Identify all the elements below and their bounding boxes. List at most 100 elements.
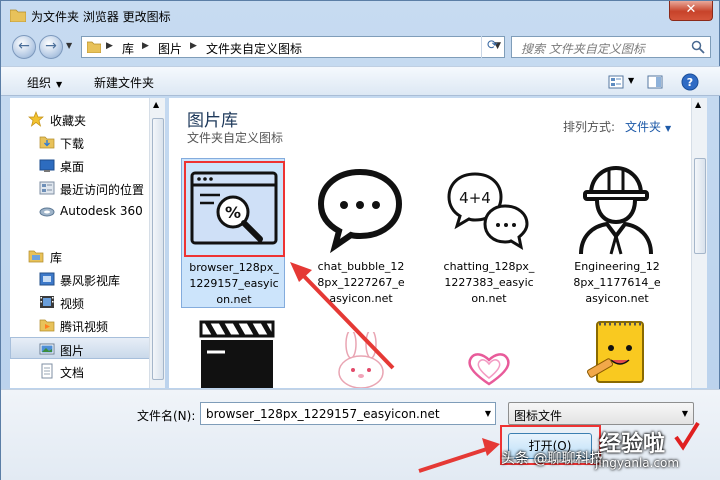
file-tile-chat-bubble[interactable]: chat_bubble_12 8px_1227267_e asyicon.net bbox=[309, 158, 413, 308]
scroll-up-icon[interactable]: ▲ bbox=[153, 100, 159, 109]
search-box[interactable]: 搜索 文件夹自定义图标 bbox=[511, 36, 711, 58]
cloud-icon bbox=[39, 207, 55, 217]
filename-input[interactable]: browser_128px_1229157_easyicon.net ▼ bbox=[200, 402, 496, 425]
sidebar-item-documents[interactable]: 文档 bbox=[10, 360, 150, 382]
arrange-by-dropdown[interactable]: 文件夹 ▼ bbox=[625, 118, 671, 135]
view-dropdown-icon[interactable]: ▼ bbox=[628, 76, 634, 85]
file-tile-engineering[interactable]: Engineering_12 8px_1177614_e asyicon.net bbox=[565, 158, 669, 308]
history-dropdown-icon[interactable]: ▼ bbox=[66, 41, 76, 53]
file-name-label: Engineering_12 8px_1177614_e asyicon.net bbox=[565, 259, 669, 307]
file-tile-notepad[interactable] bbox=[565, 312, 669, 388]
chevron-down-icon: ▼ bbox=[681, 409, 688, 418]
search-icon bbox=[691, 40, 705, 54]
scrollbar-thumb[interactable] bbox=[152, 118, 164, 380]
file-tile-clapperboard[interactable] bbox=[181, 312, 285, 388]
new-folder-button[interactable]: 新建文件夹 bbox=[94, 74, 154, 91]
sidebar-item-libraries[interactable]: 库 bbox=[10, 245, 150, 267]
star-icon bbox=[28, 111, 44, 127]
sidebar-item-recent-places[interactable]: 最近访问的位置 bbox=[10, 177, 150, 199]
close-button[interactable]: ✕ bbox=[669, 1, 713, 21]
breadcrumb-current-folder[interactable]: 文件夹自定义图标 bbox=[206, 40, 302, 57]
sidebar-item-label: 下载 bbox=[60, 137, 85, 151]
documents-icon bbox=[41, 363, 53, 379]
navigation-bar: ← → ▼ ▶ 库 ▶ 图片 ▶ 文件夹自定义图标 ▼ ⟳ 搜索 文件夹自定义图… bbox=[1, 31, 720, 63]
folder-icon bbox=[10, 9, 26, 22]
watermark-site-name: 经验啦 bbox=[599, 432, 666, 457]
refresh-button[interactable]: ⟳ bbox=[481, 36, 503, 58]
back-arrow-icon: ← bbox=[18, 38, 30, 54]
chevron-down-icon[interactable]: ▼ bbox=[485, 409, 491, 418]
view-options-icon[interactable] bbox=[607, 73, 625, 91]
filetype-select[interactable]: 图标文件 ▼ bbox=[508, 402, 694, 425]
forward-button[interactable]: → bbox=[39, 35, 63, 59]
label-line: 8px_1177614_e bbox=[573, 276, 661, 289]
libraries-icon bbox=[28, 250, 44, 263]
label-line: on.net bbox=[216, 293, 252, 306]
breadcrumb-pictures[interactable]: 图片 bbox=[158, 40, 182, 57]
label-line: 1227383_easyic bbox=[444, 276, 534, 289]
search-input[interactable]: 搜索 文件夹自定义图标 bbox=[521, 40, 645, 57]
bunny-icon bbox=[338, 332, 384, 388]
refresh-icon: ⟳ bbox=[487, 38, 498, 53]
sidebar-item-label: 图片 bbox=[60, 344, 85, 358]
file-tile-chatting[interactable]: 4+4 chatting_128px_ 1227383_easyic on.ne… bbox=[437, 158, 541, 308]
breadcrumb-separator-icon[interactable]: ▶ bbox=[142, 41, 149, 51]
file-tile-heart[interactable] bbox=[437, 312, 541, 388]
label-line: chatting_128px_ bbox=[443, 260, 535, 273]
window-title: 为文件夹 浏览器 更改图标 bbox=[31, 10, 171, 24]
file-tile-bunny[interactable] bbox=[309, 312, 413, 388]
sidebar-item-desktop[interactable]: 桌面 bbox=[10, 154, 150, 176]
navigation-scrollbar[interactable]: ▲ bbox=[149, 98, 165, 388]
downloads-folder-icon bbox=[39, 136, 55, 149]
chatting-icon: 4+4 bbox=[447, 172, 529, 251]
sidebar-item-favorites[interactable]: 收藏夹 bbox=[10, 108, 150, 130]
sidebar-item-baofeng-library[interactable]: 暴风影视库 bbox=[10, 268, 150, 290]
breadcrumb-separator-icon[interactable]: ▶ bbox=[106, 41, 113, 51]
content-scrollbar[interactable]: ▲ bbox=[691, 98, 707, 388]
file-name-label: chat_bubble_12 8px_1227267_e asyicon.net bbox=[309, 259, 413, 307]
sidebar-item-videos[interactable]: 视频 bbox=[10, 291, 150, 313]
address-bar[interactable]: ▶ 库 ▶ 图片 ▶ 文件夹自定义图标 ▼ bbox=[81, 36, 505, 58]
preview-pane-icon[interactable] bbox=[646, 73, 664, 91]
forward-arrow-icon: → bbox=[45, 38, 57, 54]
library-title: 图片库 bbox=[187, 111, 238, 131]
organize-label: 组织 bbox=[27, 76, 52, 90]
pictures-icon bbox=[39, 343, 55, 355]
videos-icon bbox=[40, 296, 54, 308]
sidebar-item-label: 收藏夹 bbox=[50, 114, 87, 128]
label-line: on.net bbox=[471, 292, 507, 305]
arrange-by-value: 文件夹 bbox=[625, 120, 662, 134]
label-line: 8px_1227267_e bbox=[317, 276, 405, 289]
heart-icon bbox=[468, 353, 510, 386]
svg-text:?: ? bbox=[687, 76, 693, 89]
label-line: browser_128px_ bbox=[189, 261, 279, 274]
sidebar-item-label: 暴风影视库 bbox=[60, 274, 121, 288]
breadcrumb-libraries[interactable]: 库 bbox=[122, 40, 134, 57]
organize-menu[interactable]: 组织 ▼ bbox=[27, 74, 62, 91]
scrollbar-thumb[interactable] bbox=[694, 158, 706, 254]
label-line: Engineering_12 bbox=[574, 260, 660, 273]
highlight-box-selected-file bbox=[184, 161, 285, 257]
watermark-toutiao: 头条 @聊聊科技 bbox=[501, 451, 604, 467]
checkmark-icon bbox=[674, 421, 700, 451]
file-dialog-window: 为文件夹 浏览器 更改图标 ✕ ← → ▼ ▶ 库 ▶ 图片 ▶ 文件夹自定义图… bbox=[0, 0, 720, 480]
file-name-label: chatting_128px_ 1227383_easyic on.net bbox=[437, 259, 541, 307]
sidebar-item-label: 最近访问的位置 bbox=[60, 183, 145, 197]
sidebar-item-autodesk-360[interactable]: Autodesk 360 bbox=[10, 200, 150, 222]
sidebar-item-label: 库 bbox=[50, 251, 63, 265]
label-line: 1229157_easyic bbox=[189, 277, 279, 290]
label-line: asyicon.net bbox=[329, 292, 393, 305]
tencent-video-icon bbox=[39, 319, 55, 332]
help-icon[interactable]: ? bbox=[681, 73, 699, 91]
back-button[interactable]: ← bbox=[12, 35, 36, 59]
chevron-down-icon: ▼ bbox=[665, 124, 672, 133]
scroll-up-icon[interactable]: ▲ bbox=[695, 100, 701, 109]
sidebar-item-label: Autodesk 360 bbox=[60, 204, 143, 218]
sidebar-item-pictures[interactable]: 图片 bbox=[10, 337, 150, 359]
sidebar-item-label: 桌面 bbox=[60, 160, 85, 174]
breadcrumb-separator-icon[interactable]: ▶ bbox=[190, 41, 197, 51]
sidebar-item-downloads[interactable]: 下载 bbox=[10, 131, 150, 153]
engineer-icon bbox=[579, 165, 653, 255]
chevron-down-icon: ▼ bbox=[56, 80, 63, 89]
sidebar-item-tencent-video[interactable]: 腾讯视频 bbox=[10, 314, 150, 336]
